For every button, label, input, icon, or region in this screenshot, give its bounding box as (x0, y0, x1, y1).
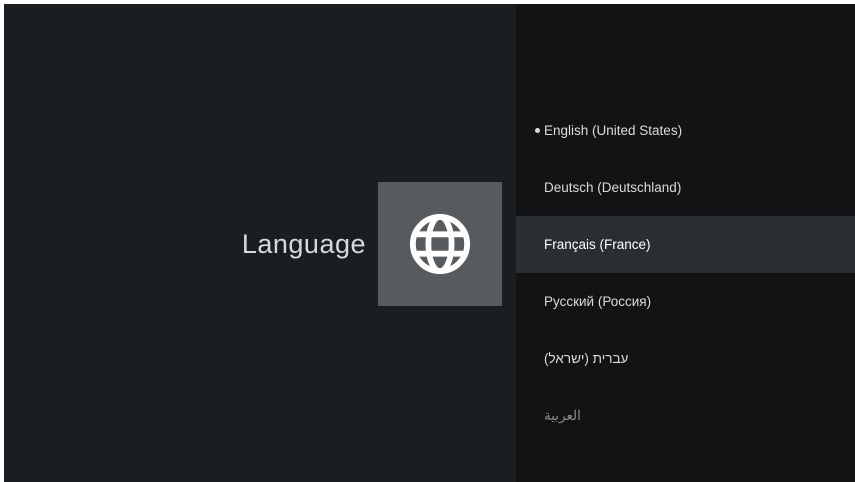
tv-screen: Language English (United States) Deutsch… (4, 4, 855, 482)
language-option-russian[interactable]: Русский (Россия) (516, 273, 855, 330)
language-option-deutsch[interactable]: Deutsch (Deutschland) (516, 159, 855, 216)
language-label: Русский (Россия) (544, 294, 652, 309)
language-list: English (United States) Deutsch (Deutsch… (516, 102, 855, 444)
language-label: العربية (544, 407, 581, 423)
language-label: עברית (ישראל) (544, 351, 629, 366)
language-option-francais[interactable]: Français (France) (516, 216, 855, 273)
language-label: English (United States) (544, 123, 683, 138)
language-label: Deutsch (Deutschland) (544, 180, 682, 195)
language-option-hebrew[interactable]: עברית (ישראל) (516, 330, 855, 387)
title-pane: Language (4, 4, 516, 482)
page-title: Language (241, 229, 366, 259)
globe-icon (409, 213, 471, 275)
language-option-arabic[interactable]: العربية (516, 387, 855, 444)
language-option-english[interactable]: English (United States) (516, 102, 855, 159)
language-label: Français (France) (544, 237, 651, 252)
selected-indicator-dot (535, 127, 540, 133)
globe-icon-tile (378, 182, 502, 306)
